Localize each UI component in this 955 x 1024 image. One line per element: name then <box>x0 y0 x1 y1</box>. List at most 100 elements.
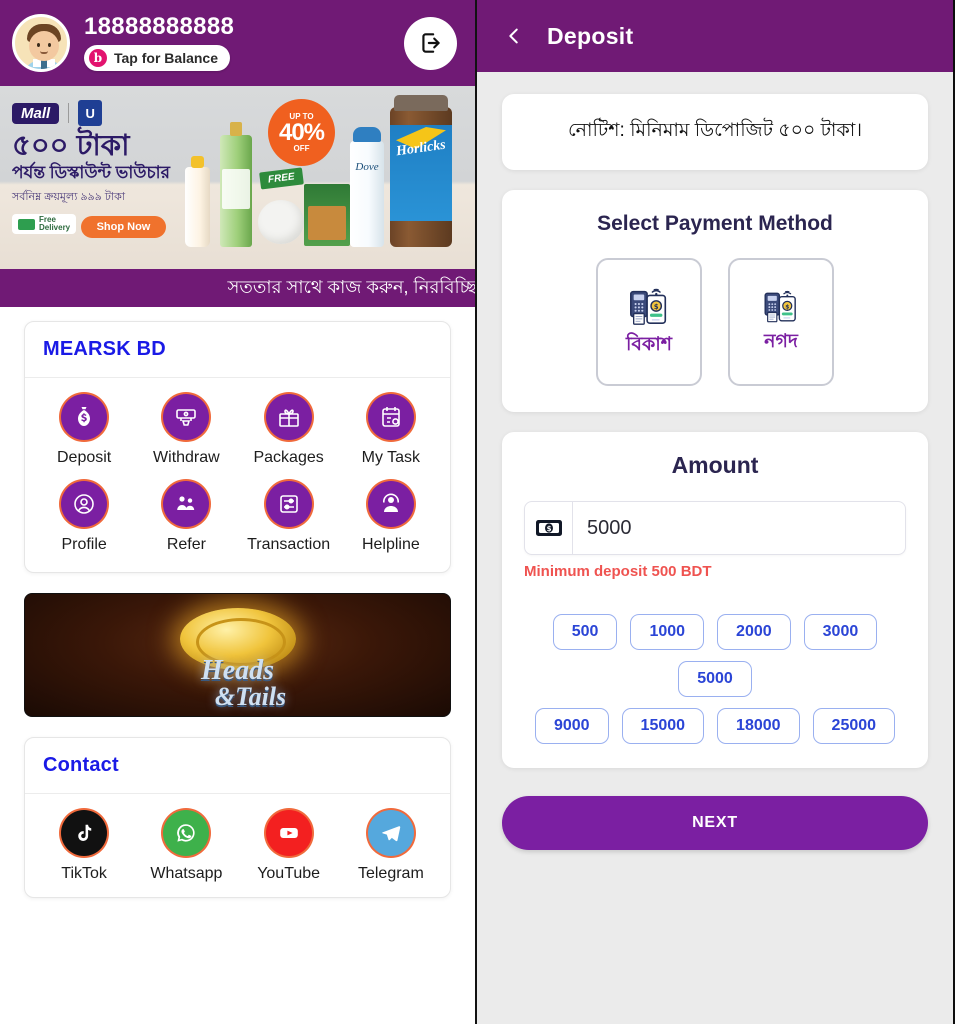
quick-amount-25000[interactable]: 25000 <box>812 708 896 744</box>
payment-method-nagad[interactable]: $ নগদ <box>728 258 834 386</box>
refer-people-icon <box>163 481 210 527</box>
mall-badge: Mall <box>12 102 60 124</box>
amount-title: Amount <box>671 452 759 478</box>
header-texts: 18888888888 b Tap for Balance <box>84 15 390 71</box>
quick-amount-1000[interactable]: 1000 <box>630 614 705 650</box>
page-title: MEARSK BD <box>43 338 166 360</box>
chevron-left-icon <box>509 28 518 44</box>
menu-item-label: My Task <box>361 449 421 466</box>
truck-icon <box>18 218 35 230</box>
dove-label: Dove <box>355 161 379 173</box>
menu-item-label: Transaction <box>247 536 331 553</box>
contact-grid: TikTok Whatsapp YouTube Telegram <box>25 794 450 897</box>
contact-item-whatsapp[interactable]: Whatsapp <box>135 810 237 883</box>
payment-method-title: Select Payment Method <box>597 212 833 235</box>
shop-now-button[interactable]: Shop Now <box>80 215 167 238</box>
heads-and-tails-banner[interactable]: Heads &Tails <box>24 593 451 717</box>
banner-title-line2: &Tails <box>214 681 287 711</box>
promo-banner[interactable]: Mall U ৫০০ টাকা পর্যন্ত ডিস্কাউন্ট ভাউচা… <box>0 86 475 269</box>
amount-field-wrapper: $ <box>524 501 906 555</box>
badge-percent-value: 40% <box>278 118 325 146</box>
knorr-pack-image <box>304 184 350 246</box>
quick-amount-row-2: 9000 15000 18000 25000 <box>524 708 906 744</box>
free-delivery-line2: Delivery <box>39 223 71 233</box>
menu-item-refer[interactable]: Refer <box>135 481 237 554</box>
pos-terminal-phone-icon: $ <box>630 288 667 325</box>
free-delivery-badge: Free Delivery <box>12 213 77 235</box>
logout-icon <box>421 33 440 53</box>
contact-title: Contact <box>43 754 119 776</box>
sliders-list-icon <box>265 481 312 527</box>
deposit-title: Deposit <box>547 22 634 49</box>
menu-item-withdraw[interactable]: Withdraw <box>135 394 237 467</box>
menu-item-my-task[interactable]: My Task <box>340 394 442 467</box>
svg-text:$: $ <box>785 305 789 311</box>
logout-button[interactable] <box>404 16 457 70</box>
badge-off-label: OFF <box>293 143 310 153</box>
back-button[interactable] <box>503 23 525 49</box>
youtube-icon <box>265 810 312 856</box>
bkash-mark-icon: b <box>89 49 107 67</box>
promo-brand-row: Mall U <box>12 100 227 126</box>
atm-withdraw-icon <box>163 394 210 440</box>
user-phone-number: 18888888888 <box>84 13 235 40</box>
menu-item-label: Helpline <box>361 536 420 553</box>
contact-item-label: YouTube <box>257 865 321 882</box>
whatsapp-icon <box>163 810 210 856</box>
heads-and-tails-title: Heads &Tails <box>25 655 450 711</box>
amount-input[interactable] <box>573 502 905 554</box>
menu-card: MEARSK BD Deposit Withdraw Packages My T… <box>24 321 451 573</box>
contact-item-label: Telegram <box>357 865 424 882</box>
quick-amount-5000[interactable]: 5000 <box>678 661 752 697</box>
payment-method-bkash[interactable]: $ বিকাশ <box>596 258 702 386</box>
quick-amount-15000[interactable]: 15000 <box>621 708 705 744</box>
lotion-bottle-image <box>185 156 210 247</box>
payment-method-label: নগদ <box>764 331 798 352</box>
contact-card-header: Contact <box>25 738 450 794</box>
telegram-icon <box>367 810 414 856</box>
contact-item-telegram[interactable]: Telegram <box>340 810 442 883</box>
notice-card: নোটিশ: মিনিমাম ডিপোজিট ৫০০ টাকা। <box>502 94 928 170</box>
home-panel: 18888888888 b Tap for Balance Mall U ৫০০… <box>0 0 477 1024</box>
banner-title-line1: Heads <box>200 655 275 686</box>
quick-amount-500[interactable]: 500 <box>552 614 618 650</box>
dove-bottle-image: Dove <box>350 127 384 247</box>
tap-for-balance-label: Tap for Balance <box>114 50 218 66</box>
quick-amount-18000[interactable]: 18000 <box>717 708 800 744</box>
quick-amount-3000[interactable]: 3000 <box>803 614 878 650</box>
contact-item-label: Whatsapp <box>150 865 223 882</box>
home-body: MEARSK BD Deposit Withdraw Packages My T… <box>0 307 475 898</box>
svg-text:$: $ <box>546 525 551 533</box>
lux-bottle-image <box>220 122 252 247</box>
tap-for-balance-button[interactable]: b Tap for Balance <box>84 45 230 71</box>
app-screen: 18888888888 b Tap for Balance Mall U ৫০০… <box>0 0 955 1024</box>
deposit-panel: Deposit নোটিশ: মিনিমাম ডিপোজিট ৫০০ টাকা।… <box>477 0 953 1024</box>
contact-item-tiktok[interactable]: TikTok <box>33 810 135 883</box>
amount-card: Amount $ Minimum deposit 500 BDT 5 <box>502 432 928 768</box>
quick-amount-row-1: 500 1000 2000 3000 5000 <box>524 614 906 697</box>
menu-item-transaction[interactable]: Transaction <box>238 481 340 554</box>
next-button[interactable]: NEXT <box>502 796 928 850</box>
money-bag-icon <box>61 394 108 440</box>
notice-text: নোটিশ: মিনিমাম ডিপোজিট ৫০০ টাকা। <box>567 120 863 141</box>
support-agent-icon <box>367 481 414 527</box>
menu-item-label: Profile <box>61 536 107 553</box>
menu-grid: Deposit Withdraw Packages My Task Profil… <box>25 378 450 572</box>
unilever-logo-icon: U <box>78 100 103 126</box>
contact-item-youtube[interactable]: YouTube <box>238 810 340 883</box>
payment-method-card: Select Payment Method $ বিকাশ $ নগদ <box>502 190 928 412</box>
menu-item-helpline[interactable]: Helpline <box>340 481 442 554</box>
payment-method-row: $ বিকাশ $ নগদ <box>518 258 912 386</box>
user-avatar[interactable] <box>12 14 70 72</box>
menu-item-profile[interactable]: Profile <box>33 481 135 554</box>
quick-amount-9000[interactable]: 9000 <box>534 708 609 744</box>
tiktok-icon <box>61 810 108 856</box>
horlicks-jar-image: Horlicks <box>390 95 452 247</box>
deposit-body: নোটিশ: মিনিমাম ডিপোজিট ৫০০ টাকা। Select … <box>477 72 953 850</box>
gift-box-icon <box>265 394 312 440</box>
amount-hint: Minimum deposit 500 BDT <box>524 563 712 580</box>
menu-item-label: Deposit <box>57 449 112 466</box>
menu-item-deposit[interactable]: Deposit <box>33 394 135 467</box>
menu-item-packages[interactable]: Packages <box>238 394 340 467</box>
quick-amount-2000[interactable]: 2000 <box>717 614 791 650</box>
